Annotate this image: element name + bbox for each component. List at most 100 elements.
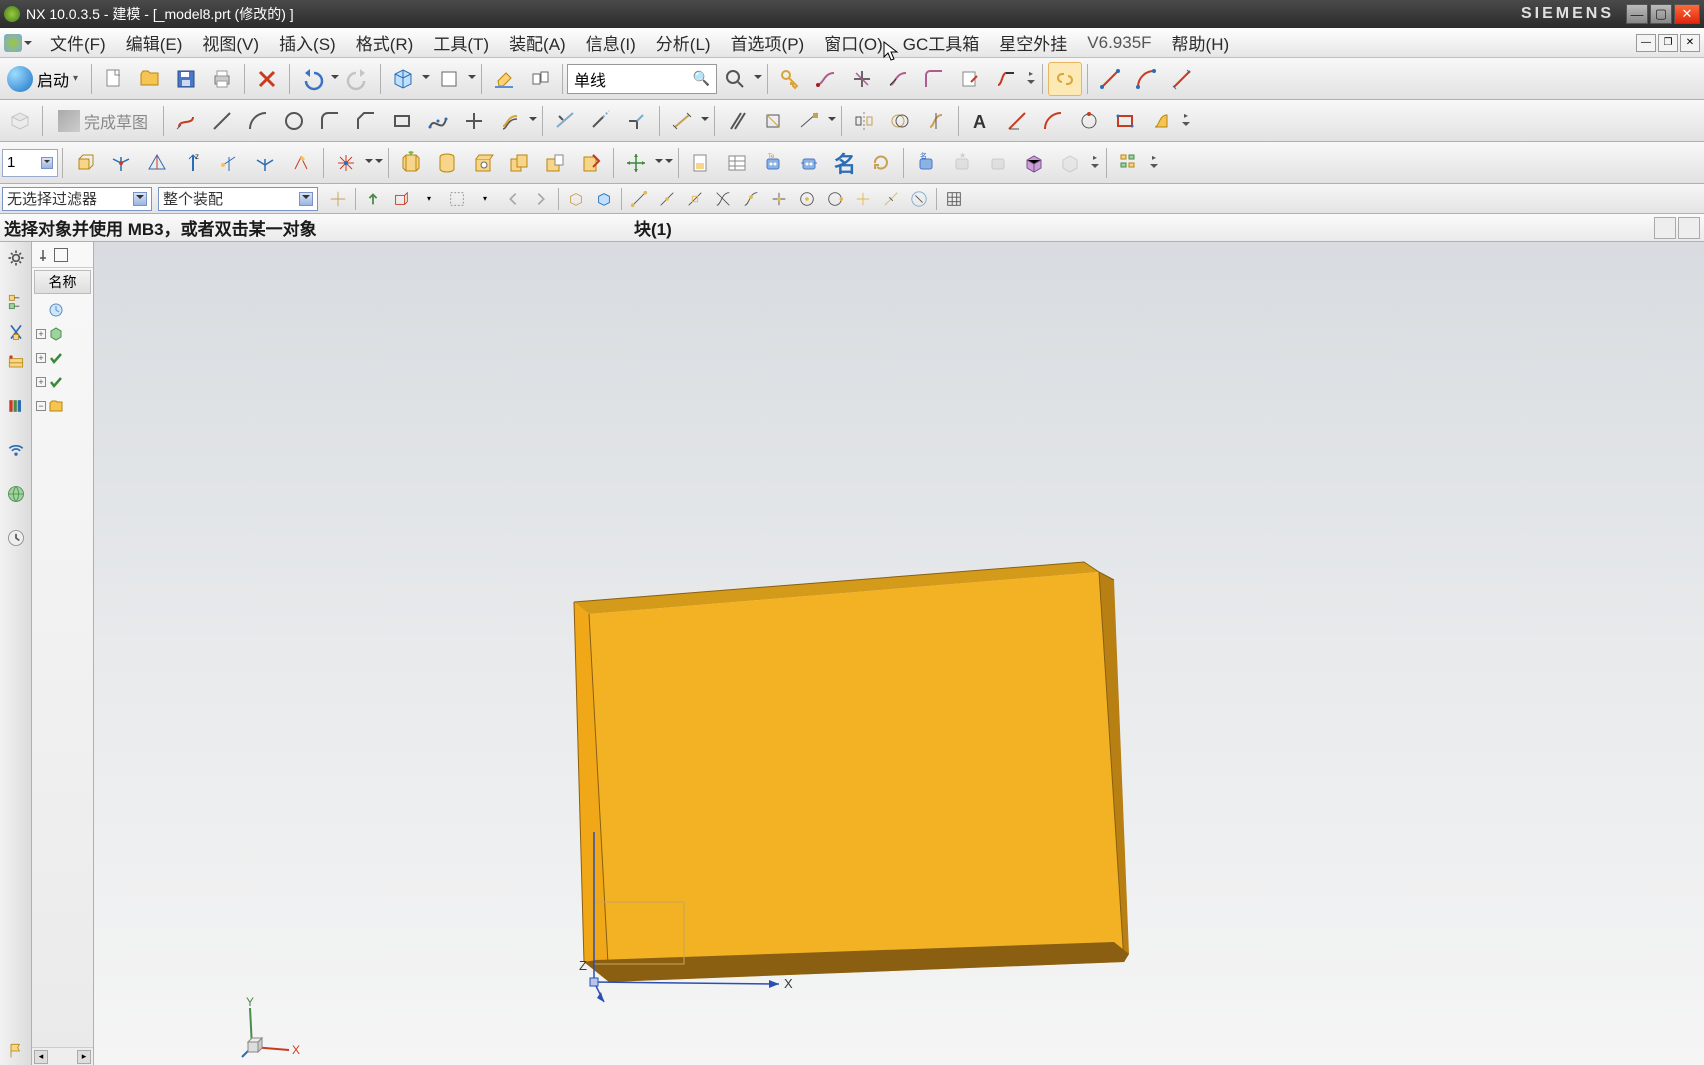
graphics-viewport[interactable]: X Z X Y bbox=[94, 242, 1704, 1065]
render-dropdown[interactable] bbox=[421, 75, 431, 83]
model-block[interactable] bbox=[574, 562, 1114, 992]
nav-header-box[interactable] bbox=[54, 248, 68, 262]
scope-combo[interactable]: 整个装配 bbox=[158, 187, 318, 211]
grid-button[interactable] bbox=[941, 186, 967, 212]
fillet-sketch-button[interactable] bbox=[313, 104, 347, 138]
refresh-button[interactable] bbox=[864, 146, 898, 180]
finish-sketch-button[interactable]: 完成草图 bbox=[47, 104, 159, 138]
offset-dropdown[interactable] bbox=[528, 117, 538, 125]
sheet2-button[interactable] bbox=[720, 146, 754, 180]
snap-mid-button[interactable] bbox=[654, 186, 680, 212]
curve6-button[interactable] bbox=[989, 62, 1023, 96]
fb-feature-button[interactable] bbox=[563, 186, 589, 212]
sheet1-button[interactable] bbox=[684, 146, 718, 180]
point-sketch-button[interactable] bbox=[457, 104, 491, 138]
rb-hd3d-button[interactable] bbox=[2, 436, 30, 464]
menu-information[interactable]: 信息(I) bbox=[576, 26, 646, 59]
snap-intersect-button[interactable] bbox=[710, 186, 736, 212]
revolve-button[interactable] bbox=[430, 146, 464, 180]
spline-sketch-button[interactable] bbox=[421, 104, 455, 138]
cue-btn2[interactable] bbox=[1678, 217, 1700, 239]
rb-reuse-button[interactable] bbox=[2, 392, 30, 420]
expand-button[interactable]: + bbox=[36, 377, 46, 387]
linetype-combo[interactable]: 单线 🔍 bbox=[567, 64, 717, 94]
fb-prev-button[interactable] bbox=[500, 186, 526, 212]
intersect-button[interactable] bbox=[574, 146, 608, 180]
fb-lasso-dd[interactable]: ▾ bbox=[472, 186, 498, 212]
selection-filter-combo[interactable]: 无选择过滤器 bbox=[2, 187, 152, 211]
datum-axis-button[interactable]: z bbox=[176, 146, 210, 180]
vector-dropdown2[interactable] bbox=[374, 159, 384, 167]
rb-history-button[interactable] bbox=[2, 524, 30, 552]
snap-face-button[interactable] bbox=[906, 186, 932, 212]
snap-center-button[interactable] bbox=[794, 186, 820, 212]
rb-assy-nav-button[interactable] bbox=[2, 318, 30, 346]
curve5-button[interactable] bbox=[953, 62, 987, 96]
menu-plugin[interactable]: 星空外挂 bbox=[989, 26, 1077, 59]
name-tool-button[interactable]: 名 bbox=[828, 146, 862, 180]
new-button[interactable] bbox=[97, 62, 131, 96]
fb-csys-button[interactable] bbox=[325, 186, 351, 212]
fb-lasso-button[interactable] bbox=[444, 186, 470, 212]
nav-tree[interactable]: + + + − bbox=[32, 296, 93, 1047]
assign4-button[interactable]: ★ bbox=[945, 146, 979, 180]
mdi-close-button[interactable]: ✕ bbox=[1680, 34, 1700, 52]
rb-settings-button[interactable] bbox=[2, 244, 30, 272]
move-dropdown2[interactable] bbox=[664, 159, 674, 167]
window-close-button[interactable]: ✕ bbox=[1674, 4, 1700, 24]
dimension-button[interactable] bbox=[665, 104, 699, 138]
rectangle-sketch-button[interactable] bbox=[385, 104, 419, 138]
line-sketch-button[interactable] bbox=[205, 104, 239, 138]
curve3-button[interactable] bbox=[881, 62, 915, 96]
toolbar3-overflow[interactable] bbox=[1088, 146, 1102, 180]
curve4-button[interactable] bbox=[917, 62, 951, 96]
curve1-button[interactable] bbox=[809, 62, 843, 96]
cut-button[interactable] bbox=[250, 62, 284, 96]
nav-column-header[interactable]: 名称 bbox=[34, 270, 91, 294]
unite-button[interactable] bbox=[502, 146, 536, 180]
circle-sketch-button[interactable] bbox=[277, 104, 311, 138]
menu-edit[interactable]: 编辑(E) bbox=[116, 26, 193, 59]
subtract-button[interactable] bbox=[538, 146, 572, 180]
snap-perp-button[interactable] bbox=[766, 186, 792, 212]
scroll-left-button[interactable]: ◂ bbox=[34, 1050, 48, 1064]
trim1-button[interactable] bbox=[548, 104, 582, 138]
arc-tool-button[interactable] bbox=[1129, 62, 1163, 96]
rb-browser-button[interactable] bbox=[2, 480, 30, 508]
move-face-button[interactable] bbox=[619, 146, 653, 180]
tree-button[interactable] bbox=[1112, 146, 1146, 180]
open-button[interactable] bbox=[133, 62, 167, 96]
chamfer-sketch-button[interactable] bbox=[349, 104, 383, 138]
fb-box-button[interactable] bbox=[388, 186, 414, 212]
hole-button[interactable] bbox=[466, 146, 500, 180]
rb-flag-button[interactable] bbox=[2, 1037, 30, 1065]
menu-view[interactable]: 视图(V) bbox=[192, 26, 269, 59]
menu-gctoolbox[interactable]: GC工具箱 bbox=[893, 26, 990, 59]
menu-insert[interactable]: 插入(S) bbox=[269, 26, 346, 59]
vector-dropdown[interactable] bbox=[364, 159, 374, 167]
zoom-dropdown[interactable] bbox=[753, 75, 763, 83]
fb-next-button[interactable] bbox=[528, 186, 554, 212]
curve2-button[interactable] bbox=[845, 62, 879, 96]
assign3-button[interactable]: 名 bbox=[909, 146, 943, 180]
nav-row-cameras[interactable]: + bbox=[34, 346, 91, 370]
window-maximize-button[interactable]: ▢ bbox=[1650, 4, 1672, 24]
zoom-button[interactable] bbox=[718, 62, 752, 96]
nx-menu-icon[interactable] bbox=[4, 34, 22, 52]
expand-button[interactable]: + bbox=[36, 353, 46, 363]
constraint-dropdown[interactable] bbox=[827, 117, 837, 125]
toolbar2-overflow[interactable] bbox=[1179, 104, 1193, 138]
datum-csys[interactable]: X Z bbox=[579, 962, 799, 1022]
menu-preferences[interactable]: 首选项(P) bbox=[721, 26, 815, 59]
clip-button[interactable] bbox=[523, 62, 557, 96]
nav-hscroll[interactable]: ◂ ▸ bbox=[32, 1047, 93, 1065]
window-minimize-button[interactable]: — bbox=[1626, 4, 1648, 24]
scroll-right-button[interactable]: ▸ bbox=[77, 1050, 91, 1064]
snap-quad-button[interactable] bbox=[822, 186, 848, 212]
assign5-button[interactable] bbox=[981, 146, 1015, 180]
expand-button[interactable]: + bbox=[36, 329, 46, 339]
trim3-button[interactable] bbox=[620, 104, 654, 138]
pattern2-button[interactable] bbox=[919, 104, 953, 138]
collapse-button[interactable]: − bbox=[36, 401, 46, 411]
value-spinner[interactable]: 1 bbox=[2, 149, 58, 177]
